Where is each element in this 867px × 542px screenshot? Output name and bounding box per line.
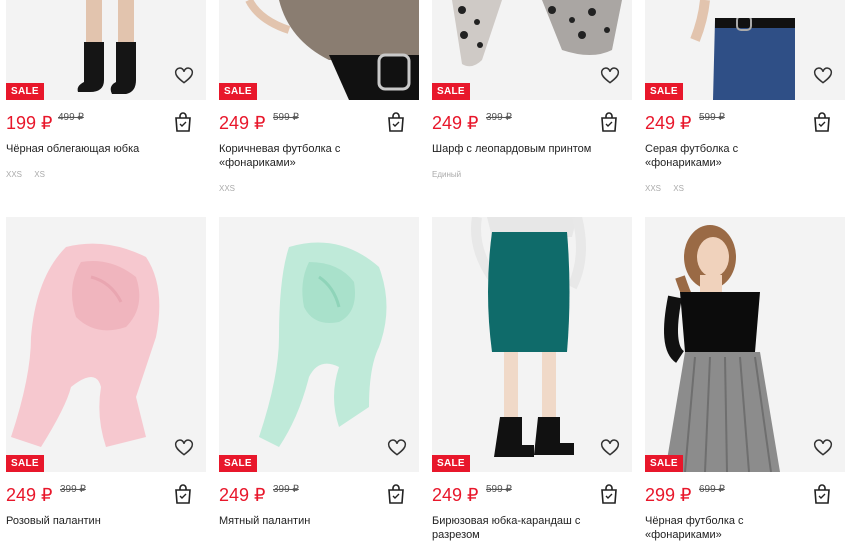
sale-badge: SALE (6, 83, 44, 100)
size-list: XXS (219, 184, 419, 193)
size-list: XXS XS (6, 170, 206, 179)
old-price: 699 ₽ (699, 484, 725, 495)
product-card[interactable]: SALE 249 ₽ 599 ₽ Бирюзовая юбка-карандаш… (432, 217, 632, 542)
product-name[interactable]: Коричневая футболка с «фонариками» (219, 142, 379, 170)
product-photo[interactable]: SALE (432, 217, 632, 472)
shopping-bag-icon[interactable] (387, 112, 405, 132)
shopping-bag-icon[interactable] (600, 484, 618, 504)
current-price: 249 ₽ (219, 485, 266, 505)
product-card[interactable]: SALE 249 ₽ 399 ₽ Розовый палантин (6, 217, 206, 528)
heart-icon[interactable] (813, 438, 833, 458)
shopping-bag-icon[interactable] (600, 112, 618, 132)
product-grid: SALE 199 ₽ 499 ₽ Чёрная облегающая юбка … (0, 0, 867, 541)
old-price: 399 ₽ (486, 112, 512, 123)
product-name[interactable]: Серая футболка с «фонариками» (645, 142, 805, 170)
product-name[interactable]: Чёрная футболка с «фонариками» (645, 514, 805, 542)
product-photo[interactable]: SALE (645, 217, 845, 472)
current-price: 249 ₽ (432, 113, 479, 133)
product-photo[interactable]: SALE (219, 217, 419, 472)
product-card[interactable]: SALE 249 ₽ 399 ₽ Шарф с леопардовым прин… (432, 0, 632, 179)
product-card[interactable]: SALE 199 ₽ 499 ₽ Чёрная облегающая юбка … (6, 0, 206, 179)
sale-badge: SALE (219, 455, 257, 472)
sale-badge: SALE (219, 83, 257, 100)
product-photo[interactable]: SALE (6, 0, 206, 100)
heart-icon[interactable] (174, 438, 194, 458)
product-photo[interactable]: SALE (6, 217, 206, 472)
product-card[interactable]: SALE 249 ₽ 399 ₽ Мятный палантин (219, 217, 419, 528)
current-price: 249 ₽ (432, 485, 479, 505)
old-price: 499 ₽ (58, 112, 84, 123)
size-list: Единый (432, 170, 632, 179)
sale-badge: SALE (645, 455, 683, 472)
current-price: 199 ₽ (6, 113, 53, 133)
product-photo[interactable]: SALE (219, 0, 419, 100)
size-list: XXS XS (645, 184, 845, 193)
old-price: 599 ₽ (273, 112, 299, 123)
size-option[interactable]: XS (673, 184, 684, 193)
size-option[interactable]: XXS (219, 184, 235, 193)
product-name[interactable]: Розовый палантин (6, 514, 166, 528)
product-card[interactable]: SALE 299 ₽ 699 ₽ Чёрная футболка с «фона… (645, 217, 845, 542)
product-name[interactable]: Мятный палантин (219, 514, 379, 528)
sale-badge: SALE (432, 455, 470, 472)
product-card[interactable]: SALE 249 ₽ 599 ₽ Серая футболка с «фонар… (645, 0, 845, 193)
size-option[interactable]: XS (34, 170, 45, 179)
old-price: 599 ₽ (699, 112, 725, 123)
shopping-bag-icon[interactable] (813, 112, 831, 132)
current-price: 249 ₽ (6, 485, 53, 505)
shopping-bag-icon[interactable] (813, 484, 831, 504)
shopping-bag-icon[interactable] (174, 112, 192, 132)
product-name[interactable]: Чёрная облегающая юбка (6, 142, 166, 156)
old-price: 599 ₽ (486, 484, 512, 495)
product-photo[interactable]: SALE (432, 0, 632, 100)
shopping-bag-icon[interactable] (174, 484, 192, 504)
heart-icon[interactable] (600, 438, 620, 458)
current-price: 249 ₽ (645, 113, 692, 133)
heart-icon[interactable] (600, 66, 620, 86)
sale-badge: SALE (645, 83, 683, 100)
size-option[interactable]: XXS (645, 184, 661, 193)
size-option[interactable]: XXS (6, 170, 22, 179)
shopping-bag-icon[interactable] (387, 484, 405, 504)
old-price: 399 ₽ (60, 484, 86, 495)
product-name[interactable]: Шарф с леопардовым принтом (432, 142, 592, 156)
current-price: 299 ₽ (645, 485, 692, 505)
old-price: 399 ₽ (273, 484, 299, 495)
product-name[interactable]: Бирюзовая юбка-карандаш с разрезом (432, 514, 592, 542)
product-photo[interactable]: SALE (645, 0, 845, 100)
heart-icon[interactable] (174, 66, 194, 86)
current-price: 249 ₽ (219, 113, 266, 133)
product-card[interactable]: SALE 249 ₽ 599 ₽ Коричневая футболка с «… (219, 0, 419, 193)
size-option[interactable]: Единый (432, 170, 461, 179)
sale-badge: SALE (6, 455, 44, 472)
heart-icon[interactable] (387, 438, 407, 458)
heart-icon[interactable] (813, 66, 833, 86)
sale-badge: SALE (432, 83, 470, 100)
